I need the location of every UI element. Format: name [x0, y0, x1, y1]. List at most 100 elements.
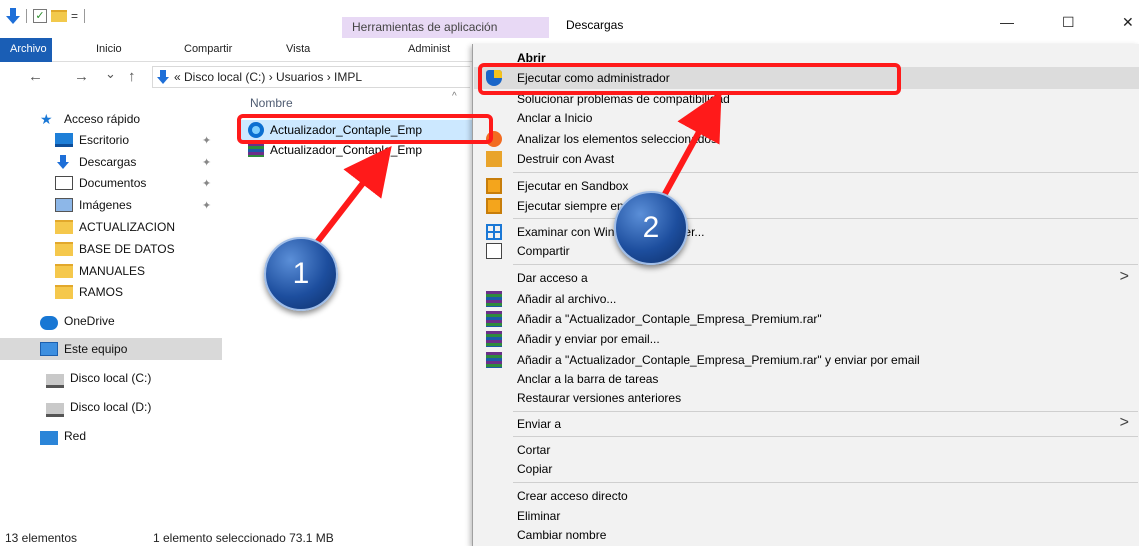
downloads-icon	[55, 155, 73, 169]
menu-item-label: Restaurar versiones anteriores	[517, 391, 682, 405]
folder-icon	[55, 285, 73, 299]
tab-home[interactable]: Inicio	[96, 43, 122, 55]
menu-item-run-sandbox[interactable]: Ejecutar en Sandbox	[474, 175, 1139, 197]
pin-icon[interactable]: ✦	[202, 156, 211, 169]
this-pc-icon	[40, 342, 58, 356]
nav-item-onedrive[interactable]: OneDrive	[0, 310, 222, 332]
nav-item-label: RAMOS	[79, 285, 124, 299]
nav-item-downloads[interactable]: Descargas ✦	[0, 151, 222, 173]
nav-item-this-pc[interactable]: Este equipo	[0, 338, 222, 360]
nav-item-label: Imágenes	[79, 198, 132, 212]
submenu-arrow-icon: >	[1119, 268, 1129, 285]
menu-separator	[513, 172, 1138, 173]
pin-icon[interactable]: ✦	[202, 199, 211, 212]
nav-item-label: Escritorio	[79, 133, 130, 147]
defender-icon	[486, 224, 502, 240]
nav-item-base-de-datos[interactable]: BASE DE DATOS	[0, 238, 222, 260]
recent-locations-button[interactable]: ⌄	[105, 66, 116, 82]
menu-item-copy[interactable]: Copiar	[474, 458, 1139, 480]
menu-item-share[interactable]: Compartir	[474, 240, 1139, 262]
menu-item-label: Añadir a "Actualizador_Contaple_Empresa_…	[517, 312, 822, 326]
winrar-icon	[486, 352, 502, 368]
properties-check-icon[interactable]: ✓	[33, 9, 47, 23]
close-button[interactable]: ✕	[1122, 14, 1134, 31]
title-bar: ✓ = Herramientas de aplicación Descargas…	[0, 0, 1139, 38]
drive-d-icon	[46, 403, 64, 417]
back-button[interactable]: ←	[28, 68, 43, 85]
selection-info: 1 elemento seleccionado 73.1 MB	[153, 531, 334, 545]
nav-item-label: BASE DE DATOS	[79, 242, 175, 256]
share-icon	[486, 243, 502, 259]
tab-share[interactable]: Compartir	[184, 43, 232, 55]
nav-item-desktop[interactable]: Escritorio ✦	[0, 129, 222, 151]
winrar-icon	[486, 311, 502, 327]
downloads-location-icon	[157, 70, 169, 84]
pin-icon[interactable]: ✦	[202, 177, 211, 190]
column-header-name[interactable]: Nombre	[250, 96, 293, 110]
menu-item-shred-avast[interactable]: Destruir con Avast	[474, 148, 1139, 170]
step-2-badge: 2	[614, 191, 688, 265]
download-arrow-icon[interactable]	[6, 8, 20, 24]
nav-item-label: Red	[64, 429, 87, 443]
menu-item-label: Dar acceso a	[517, 271, 588, 285]
star-icon: ★	[40, 111, 53, 127]
menu-item-add-rar[interactable]: Añadir a "Actualizador_Contaple_Empresa_…	[474, 308, 1139, 330]
context-menu: Abrir Ejecutar como administrador Soluci…	[472, 44, 1139, 546]
address-bar: ← → ⌄ ↑ « Disco local (C:) › Usuarios › …	[0, 63, 470, 91]
pin-icon[interactable]: ✦	[202, 134, 211, 147]
menu-item-label: Añadir y enviar por email...	[517, 332, 660, 346]
sort-caret-icon: ^	[452, 91, 457, 102]
address-path-text: « Disco local (C:) › Usuarios › IMPL	[174, 70, 363, 84]
status-bar: 13 elementos 1 elemento seleccionado 73.…	[0, 528, 470, 546]
menu-item-label: Anclar a Inicio	[517, 111, 593, 125]
menu-item-create-shortcut[interactable]: Crear acceso directo	[474, 485, 1139, 507]
menu-item-label: Ejecutar en Sandbox	[517, 179, 629, 193]
highlight-box-file	[237, 114, 493, 144]
up-button[interactable]: ↑	[128, 68, 136, 85]
drive-c-icon	[46, 374, 64, 388]
step-1-badge: 1	[264, 237, 338, 311]
menu-item-label: Cambiar nombre	[517, 528, 607, 542]
new-folder-icon[interactable]	[51, 10, 67, 22]
nav-item-manuales[interactable]: MANUALES	[0, 260, 222, 282]
menu-item-label: Anclar a la barra de tareas	[517, 372, 659, 386]
maximize-button[interactable]: ☐	[1062, 14, 1075, 31]
minimize-button[interactable]: —	[1000, 14, 1014, 30]
nav-item-documents[interactable]: Documentos ✦	[0, 172, 222, 194]
nav-item-pictures[interactable]: Imágenes ✦	[0, 194, 222, 216]
shredder-icon	[486, 151, 502, 167]
documents-icon	[55, 176, 73, 190]
menu-item-pin-start[interactable]: Anclar a Inicio	[474, 107, 1139, 129]
application-tools-tab[interactable]: Herramientas de aplicación	[342, 17, 549, 38]
nav-item-ramos[interactable]: RAMOS	[0, 281, 222, 303]
menu-item-scan-avast[interactable]: Analizar los elementos seleccionados	[474, 128, 1139, 150]
nav-item-drive-d[interactable]: Disco local (D:)	[0, 396, 222, 418]
nav-item-network[interactable]: Red	[0, 425, 222, 447]
menu-item-label: Cortar	[517, 443, 551, 457]
menu-item-always-sandbox[interactable]: Ejecutar siempre en Sandbox	[474, 195, 1139, 217]
forward-button[interactable]: →	[74, 68, 89, 85]
menu-item-label: Copiar	[517, 462, 553, 476]
tab-file[interactable]: Archivo	[0, 38, 52, 62]
menu-item-give-access[interactable]: Dar acceso a >	[474, 267, 1139, 289]
folder-icon	[55, 264, 73, 278]
submenu-arrow-icon: >	[1119, 414, 1129, 431]
window-title: Descargas	[566, 18, 624, 32]
navigation-pane: ★ Acceso rápido Escritorio ✦ Descargas ✦…	[0, 91, 223, 521]
customize-toolbar-icon[interactable]: =	[71, 9, 78, 23]
menu-item-add-email[interactable]: Añadir y enviar por email...	[474, 328, 1139, 350]
menu-item-label: Añadir a "Actualizador_Contaple_Empresa_…	[517, 353, 920, 367]
menu-item-restore-versions[interactable]: Restaurar versiones anteriores	[474, 387, 1139, 409]
menu-item-rename[interactable]: Cambiar nombre	[474, 524, 1139, 546]
tab-view[interactable]: Vista	[286, 43, 310, 55]
address-path-field[interactable]: « Disco local (C:) › Usuarios › IMPL	[152, 66, 470, 88]
nav-item-label: Este equipo	[64, 342, 128, 356]
menu-item-send-to[interactable]: Enviar a >	[474, 413, 1139, 435]
nav-item-label: MANUALES	[79, 264, 146, 278]
nav-item-drive-c[interactable]: Disco local (C:)	[0, 367, 222, 389]
nav-item-quick-access[interactable]: ★ Acceso rápido	[0, 108, 222, 130]
tab-manage[interactable]: Administ	[408, 43, 450, 55]
nav-item-actualizacion[interactable]: ACTUALIZACION	[0, 216, 222, 238]
menu-item-add-archive[interactable]: Añadir al archivo...	[474, 288, 1139, 310]
menu-separator	[513, 218, 1138, 219]
